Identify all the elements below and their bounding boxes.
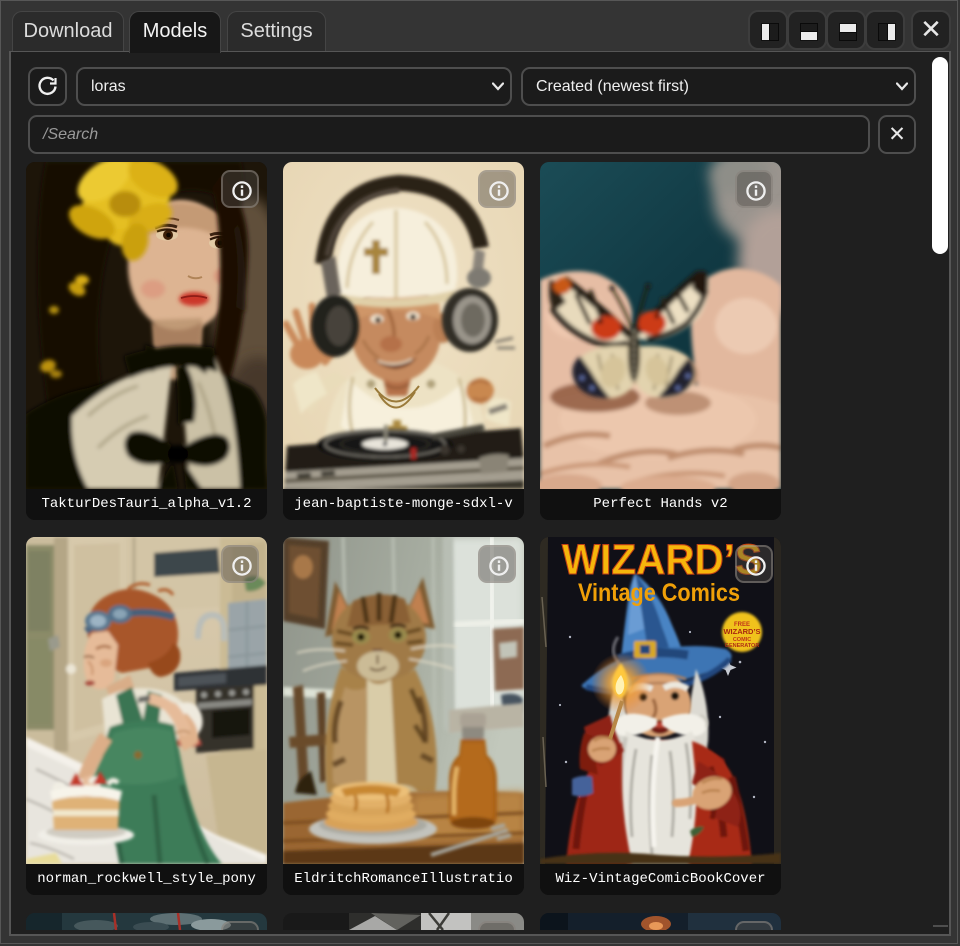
svg-text:WIZARD’S: WIZARD’S — [723, 627, 760, 636]
svg-text:GENERATOR: GENERATOR — [725, 643, 760, 649]
svg-text:Vintage Comics: Vintage Comics — [578, 579, 740, 607]
svg-text:WIZARD’S: WIZARD’S — [562, 537, 762, 584]
